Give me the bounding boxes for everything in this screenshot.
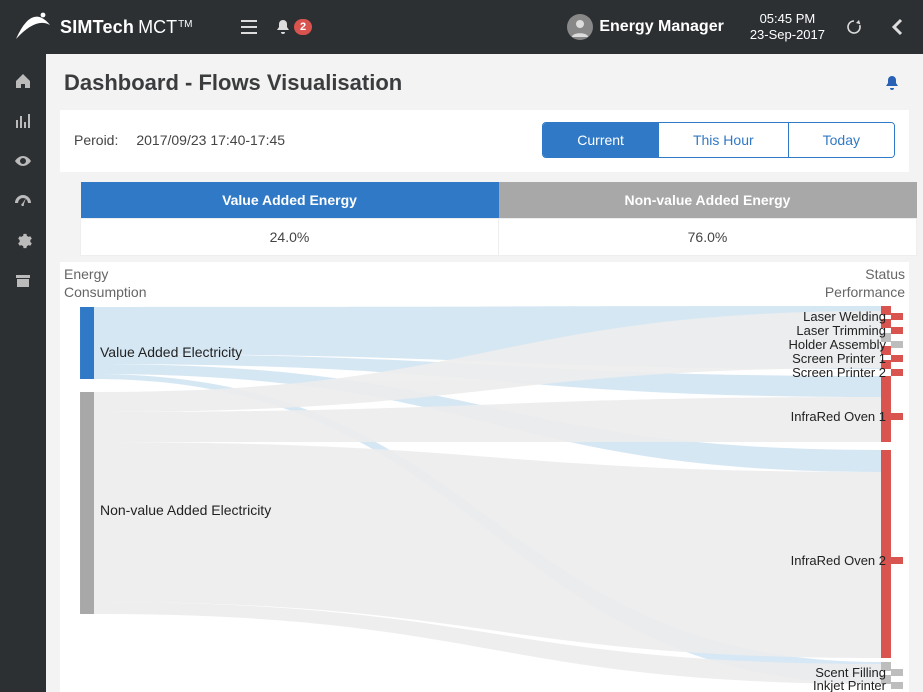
status-icon bbox=[891, 327, 903, 334]
sankey-chart: Energy Consumption Status Performance bbox=[60, 262, 909, 692]
refresh-icon[interactable] bbox=[845, 18, 863, 36]
date: 23-Sep-2017 bbox=[750, 27, 825, 43]
seg-today[interactable]: Today bbox=[788, 123, 894, 157]
brand-main: SIMTech bbox=[60, 17, 134, 37]
archive-icon[interactable] bbox=[14, 272, 32, 290]
eye-icon[interactable] bbox=[14, 152, 32, 170]
notification-badge: 2 bbox=[294, 19, 312, 35]
notifications[interactable]: 2 bbox=[274, 18, 312, 36]
status-icon bbox=[891, 313, 903, 320]
status-icon bbox=[891, 369, 903, 376]
dst-laser-trimming: Laser Trimming bbox=[796, 323, 903, 338]
td-value-added: 24.0% bbox=[81, 219, 499, 256]
topbar-left-controls: 2 bbox=[240, 18, 312, 36]
bar-chart-icon[interactable] bbox=[14, 112, 32, 130]
sidebar bbox=[0, 54, 46, 692]
period-value: 2017/09/23 17:40-17:45 bbox=[136, 132, 285, 148]
avatar bbox=[567, 14, 593, 40]
chevron-left-icon[interactable] bbox=[889, 18, 907, 36]
bell-icon bbox=[274, 18, 292, 36]
page-bell-icon[interactable] bbox=[883, 74, 901, 92]
node-nva bbox=[80, 392, 94, 614]
logo-icon bbox=[10, 7, 54, 47]
datetime: 05:45 PM 23-Sep-2017 bbox=[750, 11, 825, 44]
hamburger-icon[interactable] bbox=[240, 18, 258, 36]
status-icon bbox=[891, 341, 903, 348]
period-label: Peroid: bbox=[74, 132, 118, 148]
gauge-icon[interactable] bbox=[14, 192, 32, 210]
user-name: Energy Manager bbox=[599, 18, 723, 36]
th-non-value-added: Non-value Added Energy bbox=[499, 182, 917, 219]
brand-sub: MCT bbox=[138, 17, 177, 37]
sankey-svg bbox=[60, 302, 909, 692]
home-icon[interactable] bbox=[14, 72, 32, 90]
status-icon bbox=[891, 355, 903, 362]
src-label-nva: Non-value Added Electricity bbox=[100, 502, 271, 518]
seg-hour[interactable]: This Hour bbox=[658, 123, 788, 157]
page-header: Dashboard - Flows Visualisation bbox=[46, 54, 923, 110]
dst-infrared-oven-1: InfraRed Oven 1 bbox=[791, 409, 903, 424]
range-segmented: Current This Hour Today bbox=[542, 122, 895, 158]
filter-card: Peroid: 2017/09/23 17:40-17:45 Current T… bbox=[60, 110, 909, 172]
user-menu[interactable]: Energy Manager bbox=[567, 14, 723, 40]
dst-laser-welding: Laser Welding bbox=[803, 309, 903, 324]
status-icon bbox=[891, 682, 903, 689]
th-value-added: Value Added Energy bbox=[81, 182, 499, 219]
axis-left-1: Energy bbox=[64, 266, 108, 282]
src-label-va: Value Added Electricity bbox=[100, 344, 242, 360]
gear-icon[interactable] bbox=[14, 232, 32, 250]
axis-left-2: Consumption bbox=[64, 284, 147, 300]
dst-screen-printer-1: Screen Printer 1 bbox=[792, 351, 903, 366]
topbar: SIMTechMCTTM 2 Energy Manager 05:45 PM 2… bbox=[0, 0, 923, 54]
status-icon bbox=[891, 413, 903, 420]
time: 05:45 PM bbox=[750, 11, 825, 27]
dst-infrared-oven-2: InfraRed Oven 2 bbox=[791, 553, 903, 568]
dst-screen-printer-2: Screen Printer 2 bbox=[792, 365, 903, 380]
status-icon bbox=[891, 669, 903, 676]
dst-holder-assembly: Holder Assembly bbox=[788, 337, 903, 352]
brand-tm: TM bbox=[178, 19, 192, 30]
td-non-value-added: 76.0% bbox=[499, 219, 917, 256]
seg-current[interactable]: Current bbox=[543, 123, 658, 157]
user-icon bbox=[570, 17, 590, 37]
brand: SIMTechMCTTM bbox=[10, 7, 240, 47]
status-icon bbox=[891, 557, 903, 564]
energy-table: Value Added Energy Non-value Added Energ… bbox=[80, 182, 917, 256]
page-title: Dashboard - Flows Visualisation bbox=[64, 70, 402, 96]
axis-right-1: Status bbox=[865, 266, 905, 282]
node-va bbox=[80, 307, 94, 379]
content: Dashboard - Flows Visualisation Peroid: … bbox=[46, 54, 923, 692]
dst-inkjet-printer: Inkjet Printer bbox=[813, 678, 903, 692]
axis-right-2: Performance bbox=[825, 284, 905, 300]
